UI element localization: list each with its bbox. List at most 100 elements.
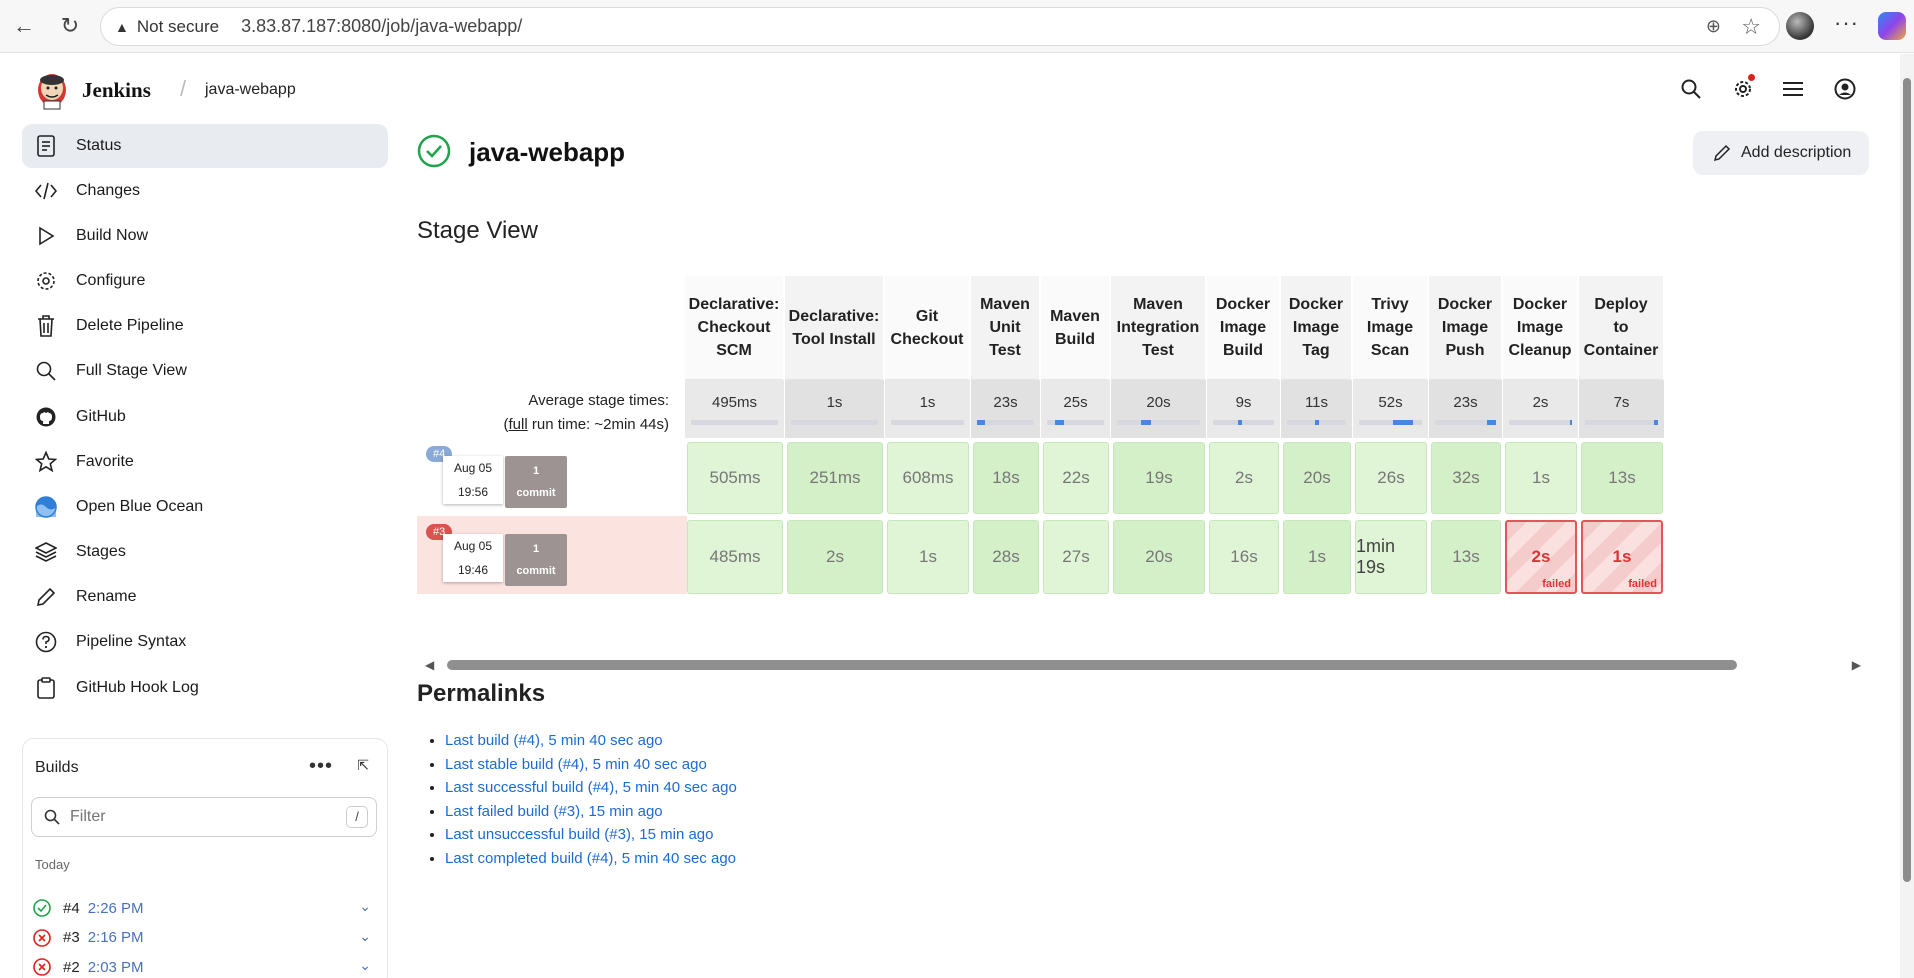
build-number[interactable]: #2 [63,959,80,976]
stage-cell[interactable]: 27s [1043,520,1109,594]
chevron-down-icon[interactable]: ⌄ [359,957,371,974]
stage-cell[interactable]: 20s [1113,520,1205,594]
reload-icon[interactable]: ↻ [54,10,86,42]
stage-cell[interactable]: 22s [1043,442,1109,514]
run-commits[interactable]: 1 commit [505,534,567,586]
sidebar-item-stages[interactable]: Stages [22,530,388,575]
stage-average-value: 1s [919,394,936,411]
stage-cell[interactable]: 251ms [787,442,883,514]
sidebar-item-github[interactable]: GitHub [22,394,388,439]
copilot-icon[interactable] [1878,12,1906,40]
add-description-button[interactable]: Add description [1693,131,1869,175]
build-time[interactable]: 2:26 PM [88,900,144,917]
permalink-link[interactable]: Last stable build (#4), 5 min 40 sec ago [445,756,707,773]
stage-cell[interactable]: 28s [973,520,1039,594]
stage-header: Docker Image Push [1429,276,1501,380]
search-icon[interactable] [1678,76,1704,102]
sidebar-item-full-stage-view[interactable]: Full Stage View [22,349,388,394]
stage-cell[interactable]: 608ms [887,442,969,514]
stage-cell[interactable]: 485ms [687,520,783,594]
user-account-icon[interactable] [1832,76,1858,102]
stage-view: Average stage times: (full run time: ~2m… [417,276,1867,756]
permalink-link[interactable]: Last successful build (#4), 5 min 40 sec… [445,779,737,796]
stage-cell-failed[interactable]: 2s failed [1505,520,1577,594]
builds-filter[interactable]: / [31,797,377,837]
run-commits[interactable]: 1 commit [505,456,567,508]
manage-gear-icon[interactable] [1730,74,1756,102]
sidebar-item-build-now[interactable]: Build Now [22,213,388,258]
build-row[interactable]: #4 2:26 PM ⌄ [33,893,379,923]
stage-cell[interactable]: 505ms [687,442,783,514]
scroll-left-icon[interactable]: ◀ [425,658,434,672]
breadcrumb-job[interactable]: java-webapp [205,81,296,99]
brand-title[interactable]: Jenkins [82,78,151,103]
build-number[interactable]: #4 [63,900,80,917]
stage-cell[interactable]: 13s [1431,520,1501,594]
profile-avatar[interactable] [1786,12,1814,40]
stage-cell[interactable]: 32s [1431,442,1501,514]
stage-header-line: Docker [1215,296,1271,313]
menu-icon[interactable] [1780,76,1806,102]
build-number[interactable]: #3 [63,929,80,946]
stage-cell[interactable]: 13s [1581,442,1663,514]
hscroll-thumb[interactable] [447,660,1737,670]
stage-cell[interactable]: 19s [1113,442,1205,514]
back-arrow-icon[interactable]: ← [8,10,40,42]
vscroll-thumb[interactable] [1903,78,1911,882]
chevron-down-icon[interactable]: ⌄ [359,928,371,945]
sidebar-item-pipeline-syntax[interactable]: Pipeline Syntax [22,620,388,665]
breadcrumb-separator: / [180,76,187,101]
stage-header: Git Checkout [885,276,969,380]
stage-cell[interactable]: 18s [973,442,1039,514]
sidebar-item-changes[interactable]: Changes [22,168,388,213]
run-date: Aug 05 19:46 [443,534,503,582]
sidebar-item-favorite[interactable]: Favorite [22,439,388,484]
build-time[interactable]: 2:16 PM [88,929,144,946]
stage-header: Declarative: Checkout SCM [685,276,783,380]
stage-cell[interactable]: 1min 19s [1355,520,1427,594]
stage-header: Maven Unit Test [971,276,1039,380]
sidebar-item-rename[interactable]: Rename [22,575,388,620]
stage-cell[interactable]: 2s [787,520,883,594]
sidebar-item-github-hook-log[interactable]: GitHub Hook Log [22,665,388,710]
stage-average: 7s [1579,380,1665,438]
permalink-link[interactable]: Last completed build (#4), 5 min 40 sec … [445,850,736,867]
stage-header-line: Maven [1133,296,1183,313]
stage-cell[interactable]: 20s [1283,442,1351,514]
builds-more-icon[interactable]: ••• [309,755,333,778]
stage-view-hscroll[interactable]: ◀ ▶ [417,656,1867,674]
address-bar[interactable]: ▲ Not secure 3.83.87.187:8080/job/java-w… [100,7,1780,46]
stage-cell[interactable]: 1s [1505,442,1577,514]
bookmark-star-icon[interactable]: ☆ [1741,14,1761,40]
stage-cell-failed[interactable]: 1s failed [1581,520,1663,594]
sidebar-item-open-blue-ocean[interactable]: Open Blue Ocean [22,484,388,529]
more-menu-icon[interactable]: ··· [1834,10,1859,36]
stage-cell[interactable]: 16s [1209,520,1279,594]
stage-cell[interactable]: 1s [887,520,969,594]
scroll-right-icon[interactable]: ▶ [1852,658,1861,672]
zoom-icon[interactable]: ⊕ [1706,16,1721,37]
expand-icon[interactable]: ⇱ [357,757,369,774]
full-run-link[interactable]: full [509,416,528,433]
sidebar-item-configure[interactable]: Configure [22,258,388,303]
sidebar-item-status[interactable]: Status [22,124,388,168]
stage-cell[interactable]: 1s [1283,520,1351,594]
stage-cell[interactable]: 26s [1355,442,1427,514]
filter-input[interactable] [70,808,330,826]
stage-cell-duration: 28s [992,547,1020,566]
build-row[interactable]: #2 2:03 PM ⌄ [33,952,379,978]
jenkins-logo-icon[interactable] [34,68,70,110]
stage-cell[interactable]: 2s [1209,442,1279,514]
page-vscroll[interactable] [1900,54,1914,978]
stage-average: 1s [885,380,971,438]
permalink-link[interactable]: Last unsuccessful build (#3), 15 min ago [445,826,713,843]
build-time[interactable]: 2:03 PM [88,959,144,976]
permalink-link[interactable]: Last failed build (#3), 15 min ago [445,803,663,820]
stage-average: 1s [785,380,885,438]
stage-cell-duration: 1s [1308,547,1326,566]
stage-view-title: Stage View [417,217,538,244]
permalink-link[interactable]: Last build (#4), 5 min 40 sec ago [445,732,663,749]
chevron-down-icon[interactable]: ⌄ [359,898,371,915]
sidebar-item-delete-pipeline[interactable]: Delete Pipeline [22,304,388,349]
build-row[interactable]: #3 2:16 PM ⌄ [33,923,379,953]
